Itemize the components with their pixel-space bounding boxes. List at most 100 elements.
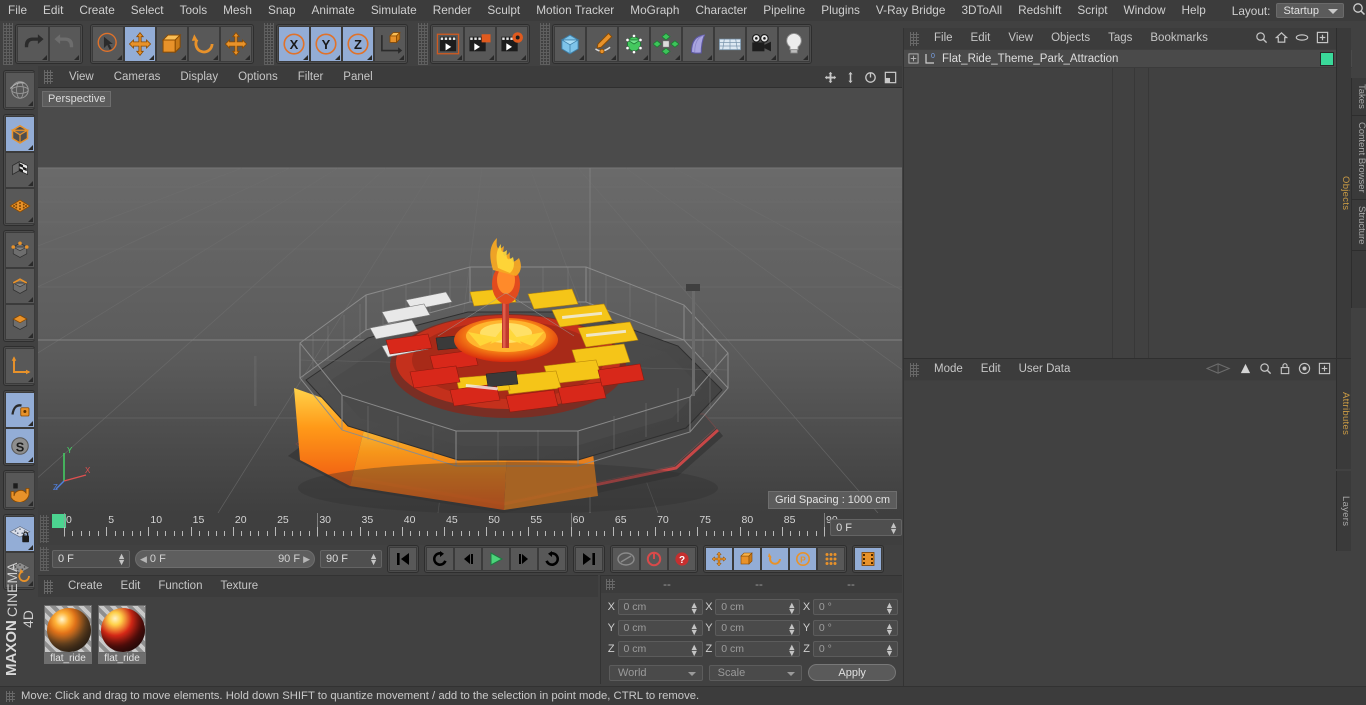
- undo-view-tool[interactable]: [5, 72, 35, 108]
- add-generator-button[interactable]: [618, 25, 650, 62]
- spinner-icon[interactable]: ▲ ▼: [885, 643, 894, 658]
- attribute-body[interactable]: [904, 381, 1352, 687]
- attribute-gripper[interactable]: [910, 362, 919, 377]
- home-icon[interactable]: [1274, 31, 1289, 47]
- right-tab-takes[interactable]: Takes: [1352, 78, 1366, 116]
- coord-size-z-field[interactable]: 0 cm ▲ ▼: [715, 641, 801, 658]
- object-menu-bookmarks[interactable]: Bookmarks: [1141, 28, 1217, 49]
- right-tab-content-browser[interactable]: Content Browser: [1352, 116, 1366, 200]
- coord-rotation-z-field[interactable]: 0 ° ▲ ▼: [812, 641, 898, 658]
- history-icon[interactable]: [1205, 362, 1232, 378]
- layout-select[interactable]: Startup: [1276, 3, 1344, 18]
- viewport-menu-filter[interactable]: Filter: [288, 66, 334, 88]
- model-mode-tool[interactable]: [5, 116, 35, 152]
- object-menu-objects[interactable]: Objects: [1042, 28, 1099, 49]
- new-layer-icon[interactable]: [1316, 31, 1329, 47]
- dolly-icon[interactable]: [843, 70, 858, 85]
- texture-mode-tool[interactable]: [5, 152, 35, 188]
- orbit-icon[interactable]: [863, 70, 878, 85]
- viewport-menu-display[interactable]: Display: [170, 66, 228, 88]
- move-tool[interactable]: [124, 25, 156, 62]
- viewport-menu-panel[interactable]: Panel: [333, 66, 382, 88]
- enable-axis-tool[interactable]: [5, 392, 35, 428]
- spinner-icon[interactable]: ▲ ▼: [690, 643, 699, 658]
- spinner-icon[interactable]: ▲ ▼: [690, 601, 699, 616]
- material-menu-edit[interactable]: Edit: [112, 576, 150, 597]
- previous-keyframe-button[interactable]: [426, 547, 454, 571]
- parameter-key-toggle[interactable]: P: [789, 547, 817, 571]
- menu-item-redshift[interactable]: Redshift: [1010, 0, 1069, 21]
- new-icon[interactable]: [1318, 362, 1331, 378]
- panel-tab-attributes[interactable]: Attributes: [1336, 359, 1351, 469]
- menu-item-simulate[interactable]: Simulate: [363, 0, 425, 21]
- play-button[interactable]: [482, 547, 510, 571]
- coord-system-dropdown[interactable]: World: [609, 664, 703, 681]
- add-deformer-button[interactable]: [682, 25, 714, 62]
- menu-item-motion-tracker[interactable]: Motion Tracker: [528, 0, 622, 21]
- menu-item-help[interactable]: Help: [1174, 0, 1214, 21]
- coord-position-y-field[interactable]: 0 cm ▲ ▼: [617, 620, 703, 637]
- viewport-3d[interactable]: Perspective Grid Spacing : 1000 cm Y X Z: [38, 88, 902, 513]
- range-left-arrow-icon[interactable]: ◀: [140, 554, 147, 565]
- material-menu-texture[interactable]: Texture: [211, 576, 267, 597]
- add-mograph-button[interactable]: [650, 25, 682, 62]
- step-forward-button[interactable]: [510, 547, 538, 571]
- apply-button[interactable]: Apply: [808, 664, 896, 681]
- toolbar-gripper[interactable]: [264, 22, 274, 65]
- point-level-animation-toggle[interactable]: [817, 547, 845, 571]
- spinner-icon[interactable]: ▲ ▼: [787, 601, 796, 616]
- menu-item-v-ray-bridge[interactable]: V-Ray Bridge: [868, 0, 954, 21]
- toolbar-gripper[interactable]: [3, 22, 13, 65]
- right-tab-structure[interactable]: Structure: [1352, 200, 1366, 252]
- timeline-mode-button[interactable]: [854, 547, 882, 571]
- live-selection-tool[interactable]: [92, 25, 124, 62]
- go-to-start-button[interactable]: [389, 547, 417, 571]
- material-preview[interactable]: [44, 605, 92, 653]
- y-axis-lock[interactable]: Y: [310, 25, 342, 62]
- ellipse-icon[interactable]: [1295, 31, 1309, 47]
- table-row[interactable]: 0 Flat_Ride_Theme_Park_Attraction: [904, 50, 1352, 68]
- add-cube-button[interactable]: [554, 25, 586, 62]
- search-icon[interactable]: [1259, 362, 1272, 378]
- coord-position-z-field[interactable]: 0 cm ▲ ▼: [617, 641, 703, 658]
- redo-button[interactable]: [49, 25, 81, 62]
- end-frame-field[interactable]: 90 F ▲ ▼: [320, 550, 382, 568]
- attribute-menu-user-data[interactable]: User Data: [1010, 359, 1080, 380]
- menu-item-file[interactable]: File: [0, 0, 35, 21]
- object-menu-view[interactable]: View: [999, 28, 1042, 49]
- attribute-menu-edit[interactable]: Edit: [972, 359, 1010, 380]
- rotate-tool[interactable]: [188, 25, 220, 62]
- object-gripper[interactable]: [910, 31, 919, 46]
- render-view-button[interactable]: [432, 25, 464, 62]
- attribute-menu-mode[interactable]: Mode: [925, 359, 972, 380]
- add-spline-button[interactable]: [586, 25, 618, 62]
- coord-size-y-field[interactable]: 0 cm ▲ ▼: [715, 620, 801, 637]
- x-axis-lock[interactable]: X: [278, 25, 310, 62]
- add-environment-button[interactable]: [714, 25, 746, 62]
- spinner-icon[interactable]: ▲ ▼: [885, 622, 894, 637]
- object-menu-file[interactable]: File: [925, 28, 962, 49]
- world-object-axis-toggle[interactable]: [374, 25, 406, 62]
- undo-button[interactable]: [17, 25, 49, 62]
- record-active-objects-button[interactable]: [612, 547, 640, 571]
- playback-gripper[interactable]: [40, 547, 49, 571]
- z-axis-lock[interactable]: Z: [342, 25, 374, 62]
- workplane-lock-tool[interactable]: [5, 516, 35, 552]
- menu-item-tools[interactable]: Tools: [172, 0, 216, 21]
- spinner-icon[interactable]: ▲ ▼: [885, 601, 894, 616]
- material-preview[interactable]: [98, 605, 146, 653]
- go-to-end-button[interactable]: [575, 547, 603, 571]
- menu-item-animate[interactable]: Animate: [304, 0, 363, 21]
- polygons-mode-tool[interactable]: [5, 304, 35, 340]
- lock-icon[interactable]: [1279, 362, 1291, 378]
- edges-mode-tool[interactable]: [5, 268, 35, 304]
- object-menu-tags[interactable]: Tags: [1099, 28, 1141, 49]
- menu-item-pipeline[interactable]: Pipeline: [755, 0, 813, 21]
- coord-mode-dropdown[interactable]: Scale: [708, 664, 803, 681]
- menu-item-render[interactable]: Render: [425, 0, 480, 21]
- menu-item-character[interactable]: Character: [687, 0, 755, 21]
- menu-item-create[interactable]: Create: [71, 0, 122, 21]
- spinner-icon[interactable]: ▲ ▼: [369, 552, 378, 567]
- dynamic-place-tool[interactable]: [220, 25, 252, 62]
- object-tree[interactable]: 0 Flat_Ride_Theme_Park_Attraction: [904, 50, 1352, 358]
